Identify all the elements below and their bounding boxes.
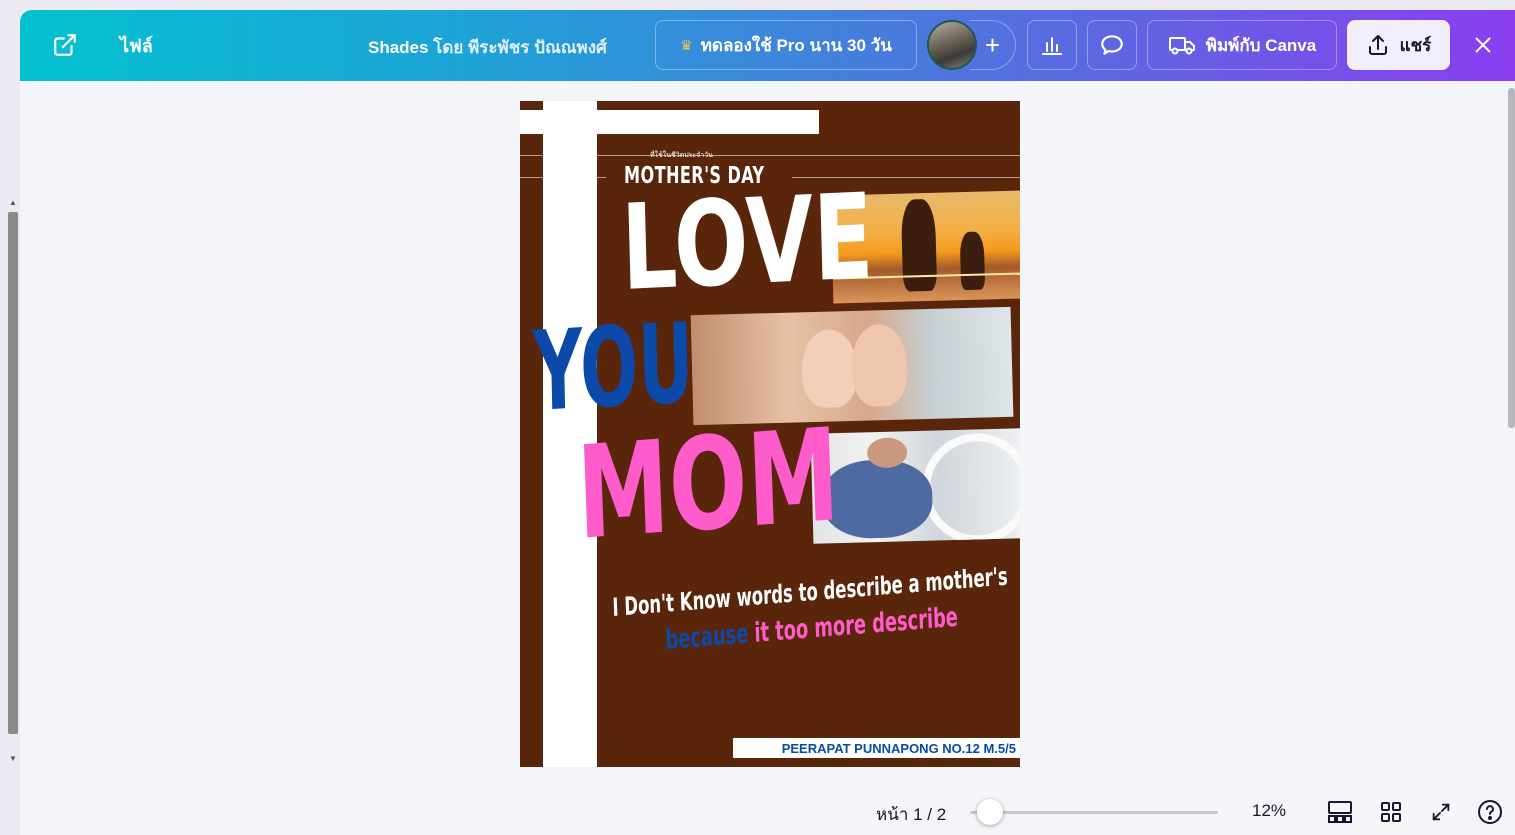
print-with-canva-button[interactable]: พิมพ์กับ Canva xyxy=(1147,20,1337,70)
crown-icon: ♛ xyxy=(680,36,693,53)
zoom-slider-handle[interactable] xyxy=(977,799,1003,825)
divider-line xyxy=(520,155,1020,156)
try-pro-label: ทดลองใช้ Pro นาน 30 วัน xyxy=(700,35,892,55)
design-name: Shades xyxy=(368,38,429,57)
page-thumbnails-icon[interactable] xyxy=(1326,798,1354,826)
close-icon xyxy=(1475,37,1491,53)
fullscreen-icon[interactable] xyxy=(1427,798,1455,826)
scrollbar-thumb[interactable] xyxy=(8,212,18,734)
truck-icon xyxy=(1168,37,1195,55)
share-label: แชร์ xyxy=(1399,35,1432,55)
zoom-level[interactable]: 12% xyxy=(1252,801,1286,821)
document-title[interactable]: Shades โดย พีระพัชร ปัณณพงศ์ xyxy=(368,34,607,61)
white-horizontal-stripe xyxy=(520,110,819,134)
upload-icon xyxy=(1368,35,1387,55)
close-button[interactable] xyxy=(1468,30,1498,60)
page-indicator[interactable]: หน้า 1 / 2 xyxy=(876,801,946,828)
external-link-icon[interactable] xyxy=(50,30,80,60)
baby-foot xyxy=(850,323,909,407)
newborn-photo xyxy=(810,428,1020,544)
scroll-down-icon[interactable]: ▼ xyxy=(9,754,17,763)
help-icon[interactable] xyxy=(1476,798,1504,826)
author-name: พีระพัชร ปัณณพงศ์ xyxy=(468,38,607,57)
basket xyxy=(920,432,1020,544)
right-scrollbar-thumb[interactable] xyxy=(1508,88,1515,428)
mother-silhouette xyxy=(900,198,938,292)
quote-pink-words: it too more describe xyxy=(753,601,959,649)
try-pro-button[interactable]: ♛ ทดลองใช้ Pro นาน 30 วัน xyxy=(655,20,917,70)
file-menu-button[interactable]: ไฟล์ xyxy=(120,32,153,58)
scroll-up-icon[interactable]: ▲ xyxy=(9,198,17,207)
by-label: โดย xyxy=(433,38,464,57)
you-text: YOU xyxy=(531,298,695,436)
top-toolbar: ไฟล์ Shades โดย พีระพัชร ปัณณพงศ์ ♛ ทดลอ… xyxy=(20,10,1515,81)
quote-blue-word: because xyxy=(665,618,749,656)
plus-icon: + xyxy=(984,29,1001,60)
insights-button[interactable] xyxy=(1027,20,1077,70)
comment-icon xyxy=(1101,35,1123,55)
mom-text: MOM xyxy=(574,400,842,569)
design-page[interactable]: ที่ใช้ในชีวิตประจำวัน MOTHER'S DAY LOVE … xyxy=(520,101,1020,767)
baby-foot xyxy=(801,328,859,409)
zoom-slider-track[interactable] xyxy=(970,811,1218,814)
child-silhouette xyxy=(959,231,986,291)
avatar[interactable] xyxy=(927,20,977,70)
share-button[interactable]: แชร์ xyxy=(1347,20,1450,70)
left-scrollbar[interactable]: ▲ ▼ xyxy=(7,198,19,768)
grid-view-icon[interactable] xyxy=(1377,798,1405,826)
comments-button[interactable] xyxy=(1087,20,1137,70)
bar-chart-icon xyxy=(1042,37,1062,55)
small-thai-caption: ที่ใช้ในชีวิตประจำวัน xyxy=(650,151,713,159)
author-credit: PEERAPAT PUNNAPONG NO.12 M.5/5 xyxy=(733,738,1020,758)
love-text: LOVE xyxy=(619,167,875,317)
print-label: พิมพ์กับ Canva xyxy=(1205,35,1317,55)
divider-line xyxy=(520,177,606,178)
